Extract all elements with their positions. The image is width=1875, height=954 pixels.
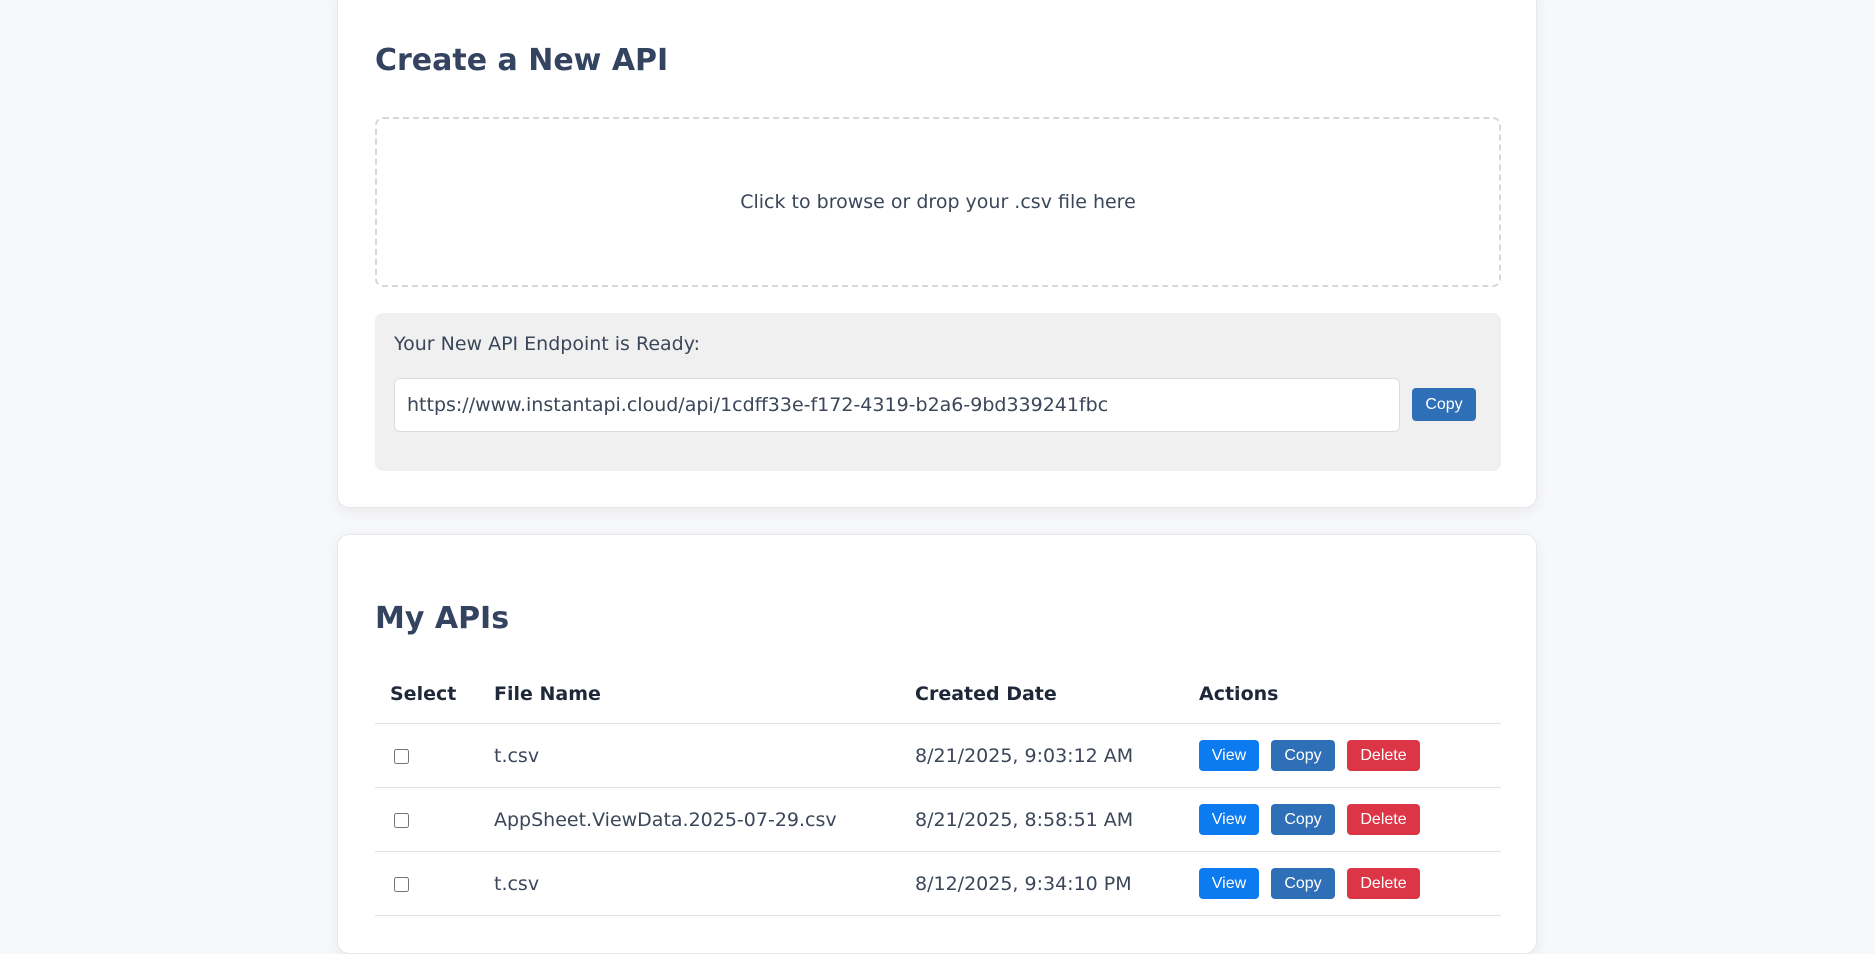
create-api-title: Create a New API: [375, 43, 669, 78]
delete-button[interactable]: Delete: [1347, 740, 1420, 771]
column-header-actions: Actions: [1184, 665, 1501, 724]
copy-button[interactable]: Copy: [1271, 804, 1335, 835]
my-apis-card: My APIs Select File Name Created Date Ac…: [337, 534, 1537, 954]
table-row: t.csv 8/21/2025, 9:03:12 AM View Copy De…: [375, 723, 1501, 788]
row-select-checkbox[interactable]: [394, 876, 409, 892]
row-select-checkbox[interactable]: [394, 812, 409, 828]
delete-button[interactable]: Delete: [1347, 804, 1420, 835]
column-header-file-name: File Name: [479, 665, 900, 724]
file-name-cell: AppSheet.ViewData.2025-07-29.csv: [479, 787, 900, 852]
delete-button[interactable]: Delete: [1347, 868, 1420, 899]
endpoint-panel: Your New API Endpoint is Ready: Copy: [375, 313, 1501, 471]
actions-cell: View Copy Delete: [1184, 851, 1501, 916]
created-date-cell: 8/21/2025, 9:03:12 AM: [900, 723, 1184, 788]
created-date-cell: 8/21/2025, 8:58:51 AM: [900, 787, 1184, 852]
dropzone-text: Click to browse or drop your .csv file h…: [740, 191, 1136, 213]
row-select-checkbox[interactable]: [394, 748, 409, 764]
table-row: t.csv 8/12/2025, 9:34:10 PM View Copy De…: [375, 851, 1501, 916]
endpoint-label: Your New API Endpoint is Ready:: [394, 333, 701, 355]
copy-button[interactable]: Copy: [1271, 740, 1335, 771]
file-name-cell: t.csv: [479, 851, 900, 916]
file-name-cell: t.csv: [479, 723, 900, 788]
apis-table: Select File Name Created Date Actions t.…: [375, 665, 1501, 916]
copy-button[interactable]: Copy: [1271, 868, 1335, 899]
column-header-select: Select: [375, 665, 479, 724]
my-apis-title: My APIs: [375, 601, 510, 636]
actions-cell: View Copy Delete: [1184, 787, 1501, 852]
view-button[interactable]: View: [1199, 740, 1259, 771]
created-date-cell: 8/12/2025, 9:34:10 PM: [900, 851, 1184, 916]
csv-dropzone[interactable]: Click to browse or drop your .csv file h…: [375, 117, 1501, 287]
copy-endpoint-button[interactable]: Copy: [1412, 388, 1476, 421]
select-cell: [375, 851, 479, 916]
view-button[interactable]: View: [1199, 804, 1259, 835]
select-cell: [375, 787, 479, 852]
view-button[interactable]: View: [1199, 868, 1259, 899]
select-cell: [375, 723, 479, 788]
table-header-row: Select File Name Created Date Actions: [375, 665, 1501, 724]
create-api-card: Create a New API Click to browse or drop…: [337, 0, 1537, 508]
column-header-created-date: Created Date: [900, 665, 1184, 724]
endpoint-url-field[interactable]: [394, 378, 1400, 432]
table-row: AppSheet.ViewData.2025-07-29.csv 8/21/20…: [375, 787, 1501, 852]
actions-cell: View Copy Delete: [1184, 723, 1501, 788]
